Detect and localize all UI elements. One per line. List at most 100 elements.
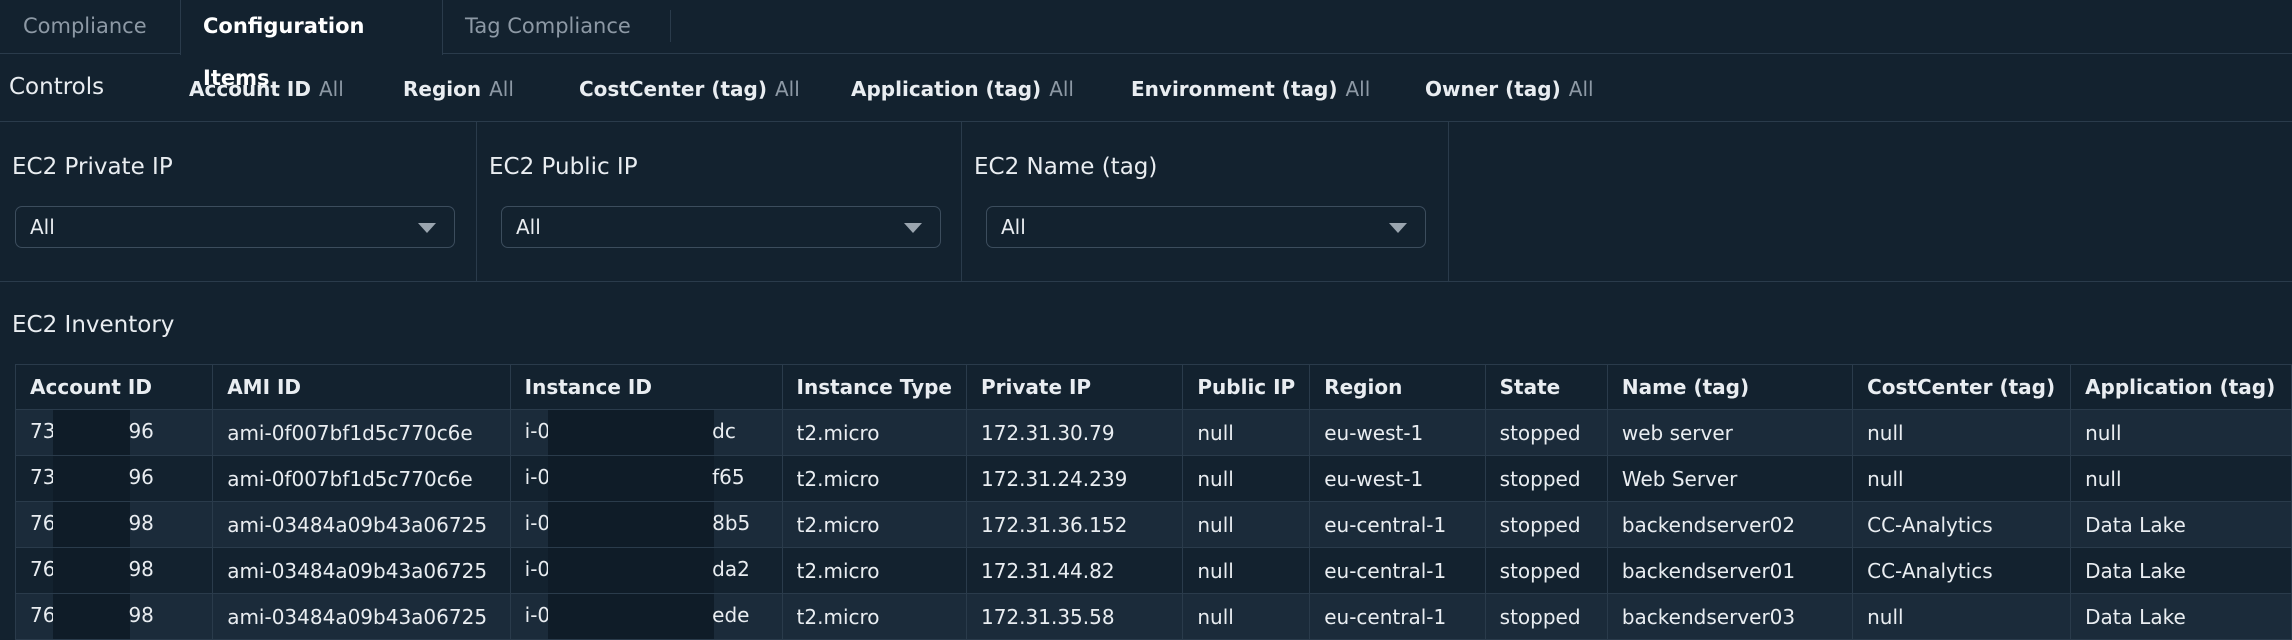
cell-type: t2.micro xyxy=(781,547,967,594)
control-costcenter[interactable]: CostCenter (tag) All xyxy=(579,77,800,101)
account-id-prefix: 76 xyxy=(30,511,56,535)
cell-account-id: 73 96 xyxy=(14,409,214,456)
caret-down-icon xyxy=(418,223,436,233)
column-header[interactable]: Region xyxy=(1309,364,1486,410)
redaction-mask xyxy=(53,502,131,547)
cell-private-ip: 172.31.35.58 xyxy=(965,593,1184,640)
cell-application: Data Lake xyxy=(2070,547,2292,594)
cell-region: eu-central-1 xyxy=(1309,593,1486,640)
cell-region: eu-central-1 xyxy=(1309,547,1486,594)
cell-name: backendserver02 xyxy=(1606,501,1854,548)
control-region[interactable]: Region All xyxy=(403,77,514,101)
tab-tag-compliance[interactable]: Tag Compliance xyxy=(443,0,653,54)
cell-costcenter: null xyxy=(1852,593,2072,640)
control-account-id[interactable]: Account ID All xyxy=(189,77,344,101)
cell-state: stopped xyxy=(1484,501,1608,548)
cell-name: web server xyxy=(1606,409,1854,456)
instance-id-prefix: i-0 xyxy=(524,557,551,581)
cell-public-ip: null xyxy=(1182,593,1311,640)
controls-title[interactable]: Controls xyxy=(9,74,104,100)
divider xyxy=(0,281,2292,282)
control-environment[interactable]: Environment (tag) All xyxy=(1131,77,1370,101)
cell-name: backendserver01 xyxy=(1606,547,1854,594)
ami-id: ami-0f007bf1d5c770c6e xyxy=(227,466,473,491)
column-header[interactable]: Application (tag) xyxy=(2070,364,2292,410)
cell-private-ip: 172.31.36.152 xyxy=(965,501,1184,548)
account-id-prefix: 76 xyxy=(30,557,56,581)
cell-state: stopped xyxy=(1484,547,1608,594)
name-tag-select[interactable]: All xyxy=(986,206,1426,248)
cell-region: eu-west-1 xyxy=(1309,455,1486,502)
cell-ami-id: ami-0f007bf1d5c770c6e xyxy=(212,455,511,502)
instance-id-suffix: dc xyxy=(712,419,736,443)
table-row[interactable]: 76 98 ami-03484a09b43a06725 i-0 da2 t2.micro 1… xyxy=(14,547,2292,594)
caret-down-icon xyxy=(1389,223,1407,233)
redaction-mask xyxy=(548,410,715,455)
table-row[interactable]: 76 98 ami-03484a09b43a06725 i-0 8b5 t2.micro 1… xyxy=(14,501,2292,548)
account-id-suffix: 98 xyxy=(128,603,154,627)
cell-name: Web Server xyxy=(1606,455,1854,502)
cell-account-id: 73 96 xyxy=(14,455,214,502)
tab-divider xyxy=(670,10,671,42)
filter-label: EC2 Private IP xyxy=(12,154,173,180)
cell-application: Data Lake xyxy=(2070,593,2292,640)
filter-label: EC2 Public IP xyxy=(489,154,638,180)
tab-configuration-items[interactable]: Configuration Items xyxy=(180,0,443,90)
column-header[interactable]: Name (tag) xyxy=(1606,364,1854,410)
redaction-mask xyxy=(548,502,715,547)
instance-id-prefix: i-0 xyxy=(524,511,551,535)
instance-id-suffix: 8b5 xyxy=(712,511,751,535)
cell-account-id: 76 98 xyxy=(14,547,214,594)
redaction-mask xyxy=(548,594,715,639)
cell-account-id: 76 98 xyxy=(14,501,214,548)
column-header[interactable]: AMI ID xyxy=(212,364,511,410)
cell-costcenter: CC-Analytics xyxy=(1852,501,2072,548)
table-row[interactable]: 73 96 ami-0f007bf1d5c770c6e i-0 f65 t2.micro 1… xyxy=(14,455,2292,502)
instance-id-suffix: f65 xyxy=(712,465,745,489)
cell-private-ip: 172.31.30.79 xyxy=(965,409,1184,456)
cell-costcenter: CC-Analytics xyxy=(1852,547,2072,594)
cell-type: t2.micro xyxy=(781,455,967,502)
tab-compliance[interactable]: Compliance xyxy=(1,0,169,54)
cell-region: eu-central-1 xyxy=(1309,501,1486,548)
cell-costcenter: null xyxy=(1852,409,2072,456)
cell-costcenter: null xyxy=(1852,455,2072,502)
table-row[interactable]: 76 98 ami-03484a09b43a06725 i-0 ede t2.micro 1… xyxy=(14,593,2292,640)
cell-application: null xyxy=(2070,409,2292,456)
column-header[interactable]: Instance ID xyxy=(509,364,783,410)
redaction-mask xyxy=(53,548,131,593)
account-id-suffix: 98 xyxy=(128,557,154,581)
column-header[interactable]: CostCenter (tag) xyxy=(1852,364,2072,410)
column-header[interactable]: Instance Type xyxy=(781,364,967,410)
cell-private-ip: 172.31.44.82 xyxy=(965,547,1184,594)
ami-id: ami-03484a09b43a06725 xyxy=(227,512,488,537)
control-application[interactable]: Application (tag) All xyxy=(851,77,1074,101)
account-id-suffix: 96 xyxy=(128,465,154,489)
instance-id-suffix: da2 xyxy=(712,557,750,581)
table-row[interactable]: 73 96 ami-0f007bf1d5c770c6e i-0 dc t2.micro 17… xyxy=(14,409,2292,456)
control-owner[interactable]: Owner (tag) All xyxy=(1425,77,1594,101)
public-ip-select[interactable]: All xyxy=(501,206,941,248)
caret-down-icon xyxy=(904,223,922,233)
cell-type: t2.micro xyxy=(781,409,967,456)
cell-instance-id: i-0 da2 xyxy=(509,547,783,594)
redaction-mask xyxy=(53,594,131,639)
ami-id: ami-0f007bf1d5c770c6e xyxy=(227,420,473,445)
column-header[interactable]: Public IP xyxy=(1182,364,1311,410)
column-header[interactable]: State xyxy=(1484,364,1608,410)
cell-name: backendserver03 xyxy=(1606,593,1854,640)
cell-public-ip: null xyxy=(1182,455,1311,502)
account-id-suffix: 96 xyxy=(128,419,154,443)
column-header[interactable]: Private IP xyxy=(965,364,1184,410)
column-header[interactable]: Account ID xyxy=(14,364,214,410)
cell-instance-id: i-0 ede xyxy=(509,593,783,640)
tab-bar: Compliance Configuration Items Tag Compl… xyxy=(0,0,2292,90)
cell-public-ip: null xyxy=(1182,547,1311,594)
cell-instance-id: i-0 dc xyxy=(509,409,783,456)
private-ip-select[interactable]: All xyxy=(15,206,455,248)
cell-state: stopped xyxy=(1484,455,1608,502)
filter-name-tag: EC2 Name (tag) All xyxy=(962,122,1449,281)
cell-ami-id: ami-03484a09b43a06725 xyxy=(212,547,511,594)
cell-ami-id: ami-03484a09b43a06725 xyxy=(212,593,511,640)
cell-type: t2.micro xyxy=(781,501,967,548)
